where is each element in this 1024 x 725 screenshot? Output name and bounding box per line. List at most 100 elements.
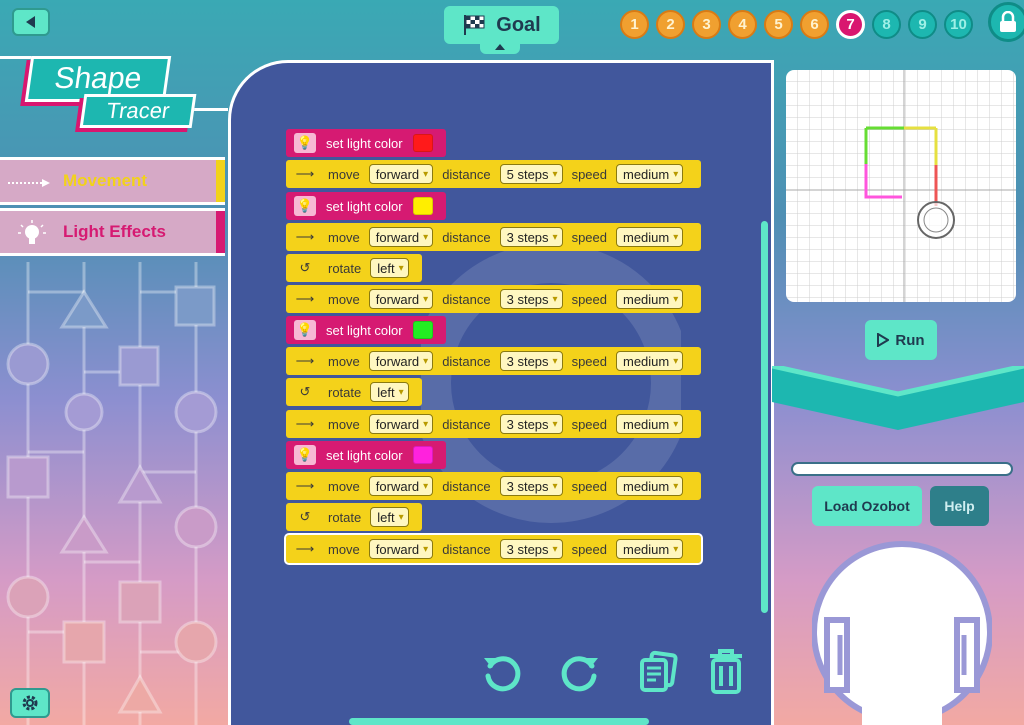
move-block[interactable]: ⟶ move forward distance 3 steps speed me…: [286, 347, 701, 375]
distance-dropdown[interactable]: 3 steps: [499, 539, 563, 559]
arrow-icon: ⟶: [295, 541, 315, 556]
rotation-dropdown[interactable]: left: [370, 382, 409, 402]
level-7[interactable]: 7: [836, 10, 865, 39]
block-label: rotate: [328, 509, 362, 525]
color-swatch-green[interactable]: [412, 321, 433, 339]
color-swatch-yellow[interactable]: [412, 197, 433, 215]
move-block[interactable]: ⟶ move forward distance 3 steps speed me…: [286, 410, 701, 438]
level-5[interactable]: 5: [764, 10, 793, 39]
block-label: set light color: [326, 447, 403, 463]
block-label: rotate: [328, 384, 362, 400]
set-light-color-block[interactable]: 💡 set light color: [286, 441, 446, 469]
move-block[interactable]: ⟶ move forward distance 3 steps speed me…: [286, 472, 701, 500]
distance-dropdown[interactable]: 5 steps: [499, 164, 563, 184]
block-label: move: [328, 353, 360, 369]
speed-dropdown[interactable]: medium: [615, 539, 684, 559]
set-light-color-block[interactable]: 💡 set light color: [286, 129, 446, 157]
speed-dropdown[interactable]: medium: [615, 227, 684, 247]
horizontal-scrollbar[interactable]: [349, 718, 649, 725]
direction-dropdown[interactable]: forward: [368, 289, 434, 309]
ozobot-icon: [812, 541, 992, 725]
move-block[interactable]: ⟶ move forward distance 5 steps speed me…: [286, 160, 701, 188]
category-stripe: [216, 211, 225, 253]
block-label: distance: [442, 291, 491, 307]
color-swatch-red[interactable]: [412, 134, 433, 152]
block-label: rotate: [328, 260, 362, 276]
block-label: speed: [571, 229, 607, 245]
block-label: speed: [571, 291, 607, 307]
ozobot-watermark: [421, 243, 681, 523]
category-movement[interactable]: Movement: [0, 157, 225, 205]
level-2[interactable]: 2: [656, 10, 685, 39]
speed-dropdown[interactable]: medium: [615, 414, 684, 434]
copy-icon: [640, 650, 678, 692]
level-9[interactable]: 9: [908, 10, 937, 39]
level-8[interactable]: 8: [872, 10, 901, 39]
rotate-block[interactable]: ↺ rotate left: [286, 378, 422, 406]
duplicate-button[interactable]: [634, 648, 682, 696]
speed-dropdown[interactable]: medium: [615, 289, 684, 309]
delete-button[interactable]: [702, 648, 750, 696]
level-selector: 1 2 3 4 5 6 7 8 9 10: [620, 10, 973, 39]
settings-button[interactable]: [10, 688, 50, 718]
undo-button[interactable]: [478, 648, 526, 696]
ozobot-marker-icon: [917, 201, 955, 239]
distance-dropdown[interactable]: 3 steps: [499, 351, 563, 371]
set-light-color-block[interactable]: 💡 set light color: [286, 192, 446, 220]
distance-dropdown[interactable]: 3 steps: [499, 414, 563, 434]
distance-dropdown[interactable]: 3 steps: [499, 289, 563, 309]
distance-dropdown[interactable]: 3 steps: [499, 476, 563, 496]
move-block[interactable]: ⟶ move forward distance 3 steps speed me…: [286, 285, 701, 313]
block-label: move: [328, 416, 360, 432]
set-light-color-block[interactable]: 💡 set light color: [286, 316, 446, 344]
level-10[interactable]: 10: [944, 10, 973, 39]
level-3[interactable]: 3: [692, 10, 721, 39]
color-swatch-magenta[interactable]: [412, 446, 433, 464]
direction-dropdown[interactable]: forward: [368, 476, 434, 496]
goal-label: Goal: [496, 13, 541, 36]
decorative-shapes: [6, 262, 218, 725]
rotate-block[interactable]: ↺ rotate left: [286, 503, 422, 531]
logo-text-tracer: Tracer: [104, 98, 172, 123]
rotation-dropdown[interactable]: left: [370, 258, 409, 278]
rotation-dropdown[interactable]: left: [370, 507, 409, 527]
level-1[interactable]: 1: [620, 10, 649, 39]
direction-dropdown[interactable]: forward: [368, 351, 434, 371]
arrow-icon: ⟶: [295, 478, 315, 493]
direction-dropdown[interactable]: forward: [368, 539, 434, 559]
lightbulb-icon: 💡: [294, 445, 316, 465]
level-4[interactable]: 4: [728, 10, 757, 39]
lock-button[interactable]: [988, 2, 1024, 42]
rotate-block[interactable]: ↺ rotate left: [286, 254, 422, 282]
checkered-flag-icon: [464, 15, 485, 35]
speed-dropdown[interactable]: medium: [615, 164, 684, 184]
logo-text-shape: Shape: [52, 62, 144, 95]
load-ozobot-button[interactable]: Load Ozobot: [812, 486, 922, 526]
direction-dropdown[interactable]: forward: [368, 164, 434, 184]
direction-dropdown[interactable]: forward: [368, 227, 434, 247]
move-block[interactable]: ⟶ move forward distance 3 steps speed me…: [286, 223, 701, 251]
lightbulb-icon: 💡: [294, 133, 316, 153]
level-6[interactable]: 6: [800, 10, 829, 39]
block-label: move: [328, 541, 360, 557]
direction-dropdown[interactable]: forward: [368, 414, 434, 434]
block-label: distance: [442, 541, 491, 557]
block-label: set light color: [326, 135, 403, 151]
gear-icon: [22, 695, 38, 711]
speed-dropdown[interactable]: medium: [615, 351, 684, 371]
help-button[interactable]: Help: [930, 486, 989, 526]
distance-dropdown[interactable]: 3 steps: [499, 227, 563, 247]
vertical-scrollbar[interactable]: [761, 221, 768, 613]
goal-expand-tab[interactable]: [480, 40, 520, 54]
rotate-icon: ↺: [299, 260, 311, 275]
move-block[interactable]: ⟶ move forward distance 3 steps speed me…: [284, 533, 703, 565]
back-button[interactable]: [12, 8, 50, 36]
speed-dropdown[interactable]: medium: [615, 476, 684, 496]
run-button[interactable]: Run: [865, 320, 937, 360]
goal-button[interactable]: Goal: [444, 6, 559, 44]
load-label: Load Ozobot: [824, 498, 910, 514]
simulation-grid: [786, 70, 1016, 302]
category-light-effects[interactable]: Light Effects: [0, 208, 225, 256]
redo-icon: [561, 656, 598, 692]
redo-button[interactable]: [556, 648, 604, 696]
